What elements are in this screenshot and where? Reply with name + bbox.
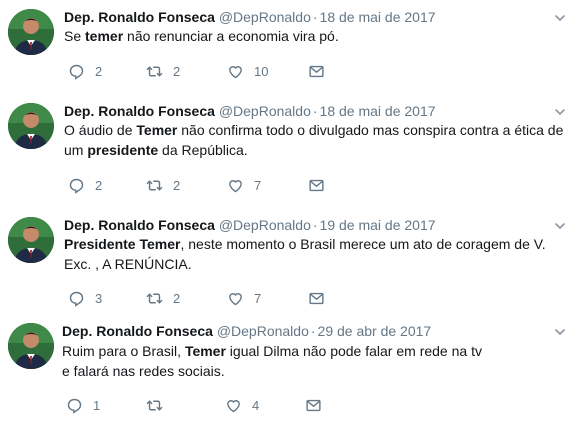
reply-button[interactable]: 2: [68, 61, 102, 81]
like-button[interactable]: 4: [225, 395, 259, 415]
retweet-icon: [146, 397, 163, 414]
replies-count: 2: [95, 177, 103, 193]
tweet-header: Dep. Ronaldo Fonseca @DepRonaldo · 29 de a…: [62, 322, 431, 340]
tweet-date[interactable]: 19 de mai de 2017: [320, 217, 436, 233]
chevron-down-icon[interactable]: [553, 219, 567, 233]
chevron-down-icon[interactable]: [553, 105, 567, 119]
retweets-count: 2: [173, 290, 181, 306]
likes-count: 10: [254, 63, 269, 79]
replies-count: 3: [95, 290, 103, 306]
reply-icon: [68, 290, 85, 307]
tweet-text-bold: Presidente Temer: [64, 236, 181, 252]
tweet-text-part: da República.: [158, 142, 248, 158]
retweet-button[interactable]: 2: [146, 288, 180, 308]
retweet-icon: [146, 177, 163, 194]
separator: ·: [312, 103, 318, 119]
tweet-text-bold: Temer: [184, 343, 226, 359]
replies-count: 2: [95, 63, 103, 79]
reply-icon: [68, 177, 85, 194]
tweet-date[interactable]: 29 de abr de 2017: [318, 323, 432, 339]
tweet-text-bold: Temer: [136, 122, 178, 138]
replies-count: 1: [93, 397, 101, 413]
retweet-icon: [146, 63, 163, 80]
tweet-date[interactable]: 18 de mai de 2017: [320, 103, 436, 119]
tweet-text: Presidente Temer, neste momento o Brasil…: [64, 234, 569, 274]
author-name[interactable]: Dep. Ronaldo Fonseca: [62, 323, 213, 339]
direct-message-button[interactable]: [308, 61, 325, 81]
tweet-header: Dep. Ronaldo Fonseca @DepRonaldo · 18 de m…: [64, 8, 436, 26]
author-name[interactable]: Dep. Ronaldo Fonseca: [64, 103, 215, 119]
avatar[interactable]: [8, 323, 54, 369]
tweet-text: Se temer não renunciar a economia vira p…: [64, 26, 569, 46]
likes-count: 7: [254, 177, 262, 193]
like-button[interactable]: 7: [227, 288, 261, 308]
direct-message-button[interactable]: [308, 288, 325, 308]
avatar[interactable]: [8, 9, 54, 55]
chevron-down-icon[interactable]: [553, 325, 567, 339]
tweet-header: Dep. Ronaldo Fonseca @DepRonaldo · 19 de m…: [64, 216, 436, 234]
heart-icon: [227, 290, 244, 307]
reply-icon: [68, 63, 85, 80]
envelope-icon: [308, 290, 325, 307]
likes-count: 4: [252, 397, 260, 413]
author-handle[interactable]: @DepRonaldo: [217, 323, 309, 339]
direct-message-button[interactable]: [305, 395, 322, 415]
like-button[interactable]: 10: [227, 61, 268, 81]
tweet-text-part: O áudio de: [64, 122, 137, 138]
heart-icon: [225, 397, 242, 414]
likes-count: 7: [254, 290, 262, 306]
tweet-text-bold: temer: [85, 28, 124, 44]
separator: ·: [310, 323, 316, 339]
tweet-text: O áudio de Temer não confirma todo o div…: [64, 120, 569, 160]
retweet-icon: [146, 290, 163, 307]
tweet-text-part: não renunciar a economia vira pó.: [123, 28, 339, 44]
tweet-text-bold: presidente: [87, 142, 159, 158]
reply-button[interactable]: 1: [66, 395, 100, 415]
tweet-text: Ruim para o Brasil, Temer igual Dilma nã…: [62, 341, 492, 381]
avatar[interactable]: [8, 103, 54, 149]
author-name[interactable]: Dep. Ronaldo Fonseca: [64, 9, 215, 25]
author-handle[interactable]: @DepRonaldo: [219, 9, 311, 25]
author-handle[interactable]: @DepRonaldo: [219, 103, 311, 119]
envelope-icon: [308, 177, 325, 194]
tweet-text-part: Se: [64, 28, 86, 44]
retweet-button[interactable]: [146, 395, 173, 415]
heart-icon: [227, 63, 244, 80]
retweets-count: 2: [173, 63, 181, 79]
direct-message-button[interactable]: [308, 175, 325, 195]
reply-icon: [66, 397, 83, 414]
retweet-button[interactable]: 2: [146, 61, 180, 81]
retweet-button[interactable]: 2: [146, 175, 180, 195]
separator: ·: [312, 9, 318, 25]
tweet-date[interactable]: 18 de mai de 2017: [320, 9, 436, 25]
separator: ·: [312, 217, 318, 233]
envelope-icon: [305, 397, 322, 414]
like-button[interactable]: 7: [227, 175, 261, 195]
avatar[interactable]: [8, 217, 54, 263]
tweet-header: Dep. Ronaldo Fonseca @DepRonaldo · 18 de m…: [64, 102, 436, 120]
reply-button[interactable]: 2: [68, 175, 102, 195]
author-handle[interactable]: @DepRonaldo: [219, 217, 311, 233]
retweets-count: 2: [173, 177, 181, 193]
tweet-text-part: Ruim para o Brasil,: [62, 343, 185, 359]
heart-icon: [227, 177, 244, 194]
reply-button[interactable]: 3: [68, 288, 102, 308]
chevron-down-icon[interactable]: [553, 11, 567, 25]
author-name[interactable]: Dep. Ronaldo Fonseca: [64, 217, 215, 233]
envelope-icon: [308, 63, 325, 80]
